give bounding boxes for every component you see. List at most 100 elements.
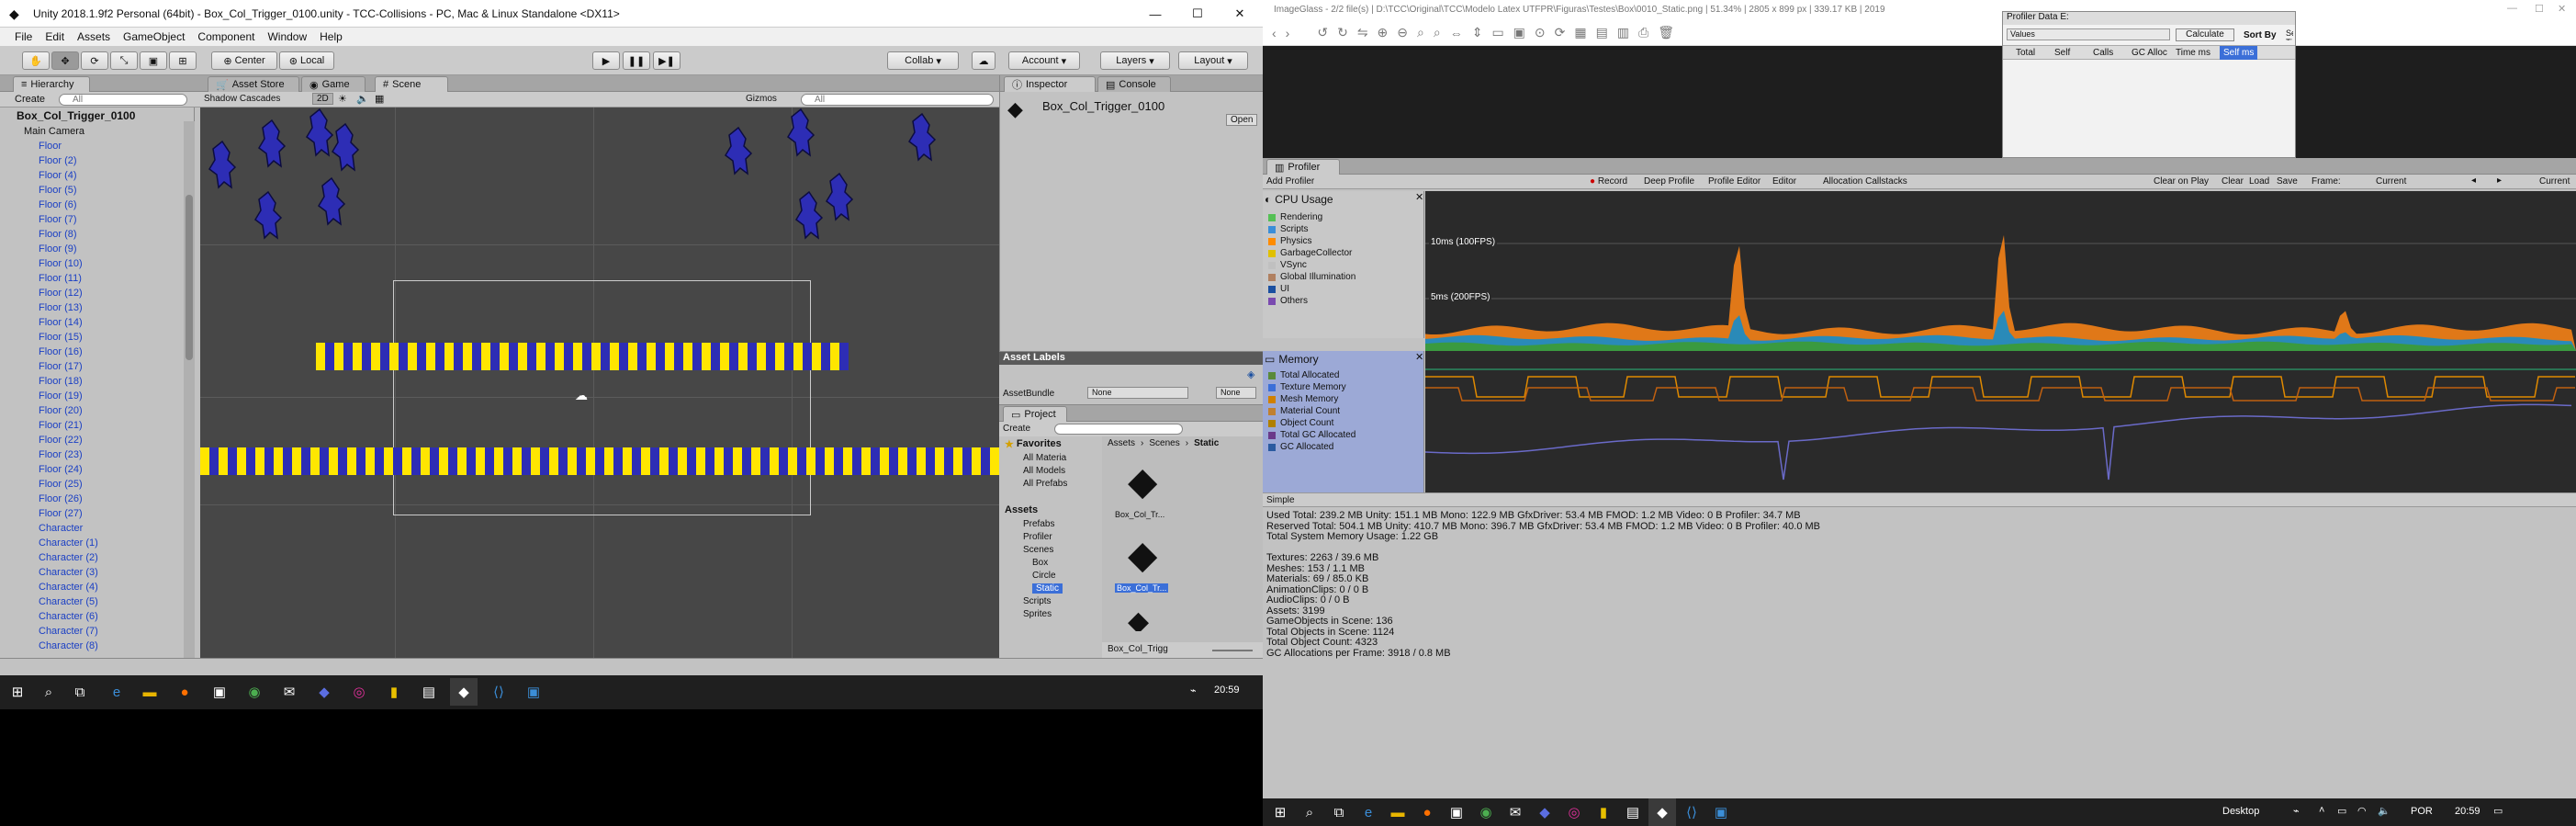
network-icon[interactable]: ⌁ xyxy=(1190,685,1197,696)
fit-height-icon[interactable]: ⇕ xyxy=(1472,25,1483,40)
unity-taskbar-icon[interactable]: ◆ xyxy=(1648,798,1676,826)
zoom-out-icon[interactable]: ⊖ xyxy=(1397,25,1408,40)
hierarchy-item[interactable]: Floor (4) xyxy=(0,168,184,183)
allocation-callstacks-dropdown[interactable]: Allocation Callstacks xyxy=(1823,176,1907,187)
thumbnail-icon[interactable]: ▤ xyxy=(1596,25,1608,40)
project-create-button[interactable]: Create xyxy=(1003,424,1030,434)
menu-component[interactable]: Component xyxy=(197,30,254,43)
cpu-legend-item[interactable]: Rendering xyxy=(1263,211,1424,223)
cpu-usage-title[interactable]: ◐ CPU Usage xyxy=(1265,193,1333,206)
cpu-legend-item[interactable]: Global Illumination xyxy=(1263,271,1424,283)
folder-scenes[interactable]: Scenes xyxy=(1023,545,1053,555)
refresh-icon[interactable]: ⟳ xyxy=(1555,25,1566,40)
hierarchy-scrollbar[interactable] xyxy=(184,121,195,658)
store-icon[interactable]: ▣ xyxy=(206,678,233,706)
scene-viewport[interactable]: ☁ xyxy=(200,107,999,658)
volume-icon[interactable]: 🔈 xyxy=(2378,805,2390,817)
column-self-ms[interactable]: Self ms xyxy=(2220,46,2258,60)
folder-profiler[interactable]: Profiler xyxy=(1023,532,1052,542)
menu-window[interactable]: Window xyxy=(267,30,307,43)
tab-profiler[interactable]: ▥ Profiler xyxy=(1266,159,1340,175)
character-sprite[interactable] xyxy=(793,190,826,240)
folder-circle[interactable]: Circle xyxy=(1032,571,1056,581)
unity-taskbar-icon[interactable]: ◆ xyxy=(450,678,478,706)
column-time-ms[interactable]: Time ms xyxy=(2176,48,2210,58)
record-button[interactable]: ● Record xyxy=(1590,176,1627,187)
cpu-legend-item[interactable]: VSync xyxy=(1263,259,1424,271)
character-sprite[interactable] xyxy=(906,112,939,162)
tab-inspector[interactable]: ⓘ Inspector xyxy=(1004,76,1096,92)
battery-icon[interactable]: ▭ xyxy=(2337,805,2346,817)
assetbundle-dropdown[interactable]: None xyxy=(1087,387,1188,399)
cloud-button[interactable]: ☁ xyxy=(972,51,996,70)
unity-scene-icon[interactable]: ◆ xyxy=(1128,605,1149,631)
hierarchy-item[interactable]: Floor (21) xyxy=(0,418,184,433)
app-icon[interactable]: ▣ xyxy=(1707,798,1735,826)
flip-icon[interactable]: ⇋ xyxy=(1357,25,1368,40)
hierarchy-item[interactable]: Character (1) xyxy=(0,536,184,550)
breadcrumb-item[interactable]: Static xyxy=(1194,438,1219,448)
zoom-actual-icon[interactable]: ⌕ xyxy=(1434,25,1441,40)
hierarchy-item[interactable]: Floor (10) xyxy=(0,256,184,271)
rotate-right-icon[interactable]: ↻ xyxy=(1337,25,1348,40)
language-indicator[interactable]: POR xyxy=(2411,806,2433,817)
hierarchy-item[interactable]: Character (6) xyxy=(0,609,184,624)
cpu-legend-item[interactable]: UI xyxy=(1263,283,1424,295)
vscode-icon[interactable]: ⟨⟩ xyxy=(485,678,512,706)
scene-root[interactable]: Box_Col_Trigger_0100 xyxy=(17,109,135,122)
asset-file[interactable]: Box_Col_Tr... xyxy=(1115,510,1164,519)
mail-icon[interactable]: ✉ xyxy=(276,678,303,706)
view-mode-dropdown[interactable]: Simple xyxy=(1266,495,1295,505)
menu-assets[interactable]: Assets xyxy=(77,30,110,43)
collab-dropdown[interactable]: Collab ▾ xyxy=(887,51,959,70)
hierarchy-item[interactable]: Character (7) xyxy=(0,624,184,639)
column-gc-alloc[interactable]: GC Alloc xyxy=(2132,48,2167,58)
app-icon[interactable]: ▣ xyxy=(520,678,547,706)
assets-node[interactable]: Assets xyxy=(1005,504,1038,515)
cpu-legend-item[interactable]: GarbageCollector xyxy=(1263,247,1424,259)
pivot-local-button[interactable]: ⊛ Local xyxy=(279,51,334,70)
slideshow-icon[interactable]: ⊙ xyxy=(1535,25,1546,40)
chevron-up-icon[interactable]: ˄ xyxy=(2319,805,2324,816)
step-button[interactable]: ▶❚ xyxy=(653,51,681,70)
prev-frame-icon[interactable]: ◂ xyxy=(2471,175,2476,186)
forward-icon[interactable]: › xyxy=(1286,26,1290,40)
app-icon[interactable]: ▮ xyxy=(1590,798,1617,826)
fit-window-icon[interactable]: ▭ xyxy=(1491,25,1503,40)
minimize-button[interactable]: — xyxy=(1134,0,1176,28)
load-button[interactable]: Load xyxy=(2249,176,2269,187)
hierarchy-item[interactable]: Floor (17) xyxy=(0,359,184,374)
windows-start-icon[interactable]: ⊞ xyxy=(1266,798,1294,826)
hierarchy-item[interactable]: Main Camera xyxy=(0,124,184,139)
clear-on-play-button[interactable]: Clear on Play xyxy=(2154,176,2209,187)
character-sprite[interactable] xyxy=(329,122,362,172)
cpu-legend-item[interactable]: Others xyxy=(1263,295,1424,307)
hierarchy-item[interactable]: Floor (5) xyxy=(0,183,184,198)
zoom-fit-icon[interactable]: ⌕ xyxy=(1417,25,1424,40)
character-sprite[interactable] xyxy=(315,176,348,226)
memory-legend-item[interactable]: Texture Memory xyxy=(1263,381,1424,393)
tab-scene[interactable]: # Scene xyxy=(375,76,448,92)
hierarchy-search-input[interactable]: All xyxy=(59,94,187,106)
move-tool-button[interactable]: ✥ xyxy=(51,51,79,70)
scene-search-input[interactable]: All xyxy=(801,94,994,106)
hierarchy-item[interactable]: Floor (7) xyxy=(0,212,184,227)
floor-platform-lower[interactable] xyxy=(200,447,999,475)
app-icon[interactable]: ◆ xyxy=(1531,798,1558,826)
edge-icon[interactable]: e xyxy=(103,678,130,706)
folder-prefabs[interactable]: Prefabs xyxy=(1023,519,1054,529)
hierarchy-item[interactable]: Character (5) xyxy=(0,594,184,609)
tab-game[interactable]: ◉ Game xyxy=(301,76,366,92)
character-sprite[interactable] xyxy=(206,140,239,189)
app-icon[interactable]: ◆ xyxy=(310,678,338,706)
hierarchy-item[interactable]: Floor (11) xyxy=(0,271,184,286)
hierarchy-item[interactable]: Floor (16) xyxy=(0,345,184,359)
hierarchy-item[interactable]: Character xyxy=(0,521,184,536)
vscode-icon[interactable]: ⟨⟩ xyxy=(1678,798,1705,826)
cpu-legend-item[interactable]: Scripts xyxy=(1263,223,1424,235)
hierarchy-item[interactable]: Character (3) xyxy=(0,565,184,580)
delete-icon[interactable]: 🗑 xyxy=(1658,25,1674,40)
wifi-icon[interactable]: ◠ xyxy=(2357,805,2367,817)
favorites-node[interactable]: ★ Favorites xyxy=(1005,438,1062,450)
character-sprite[interactable] xyxy=(722,126,755,175)
